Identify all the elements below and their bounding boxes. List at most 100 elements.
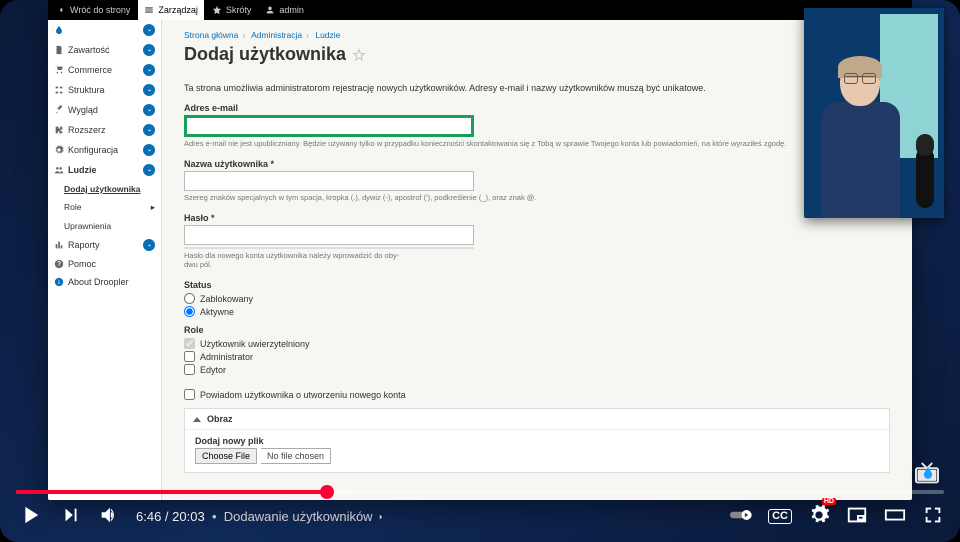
chevron-down-icon xyxy=(143,44,155,56)
chevron-right-icon xyxy=(376,512,386,522)
video-progress[interactable] xyxy=(16,490,944,494)
notify-row[interactable]: Powiadom użytkownika o utworzeniu nowego… xyxy=(184,389,890,400)
autoplay-toggle[interactable] xyxy=(730,504,752,529)
status-blocked-row[interactable]: Zablokowany xyxy=(184,293,890,304)
chevron-down-icon xyxy=(143,24,155,36)
play-button[interactable] xyxy=(16,501,44,532)
sidebar-item-help[interactable]: Pomoc xyxy=(48,255,161,273)
hamburger-icon xyxy=(144,5,154,15)
sidebar-item-appearance[interactable]: Wygląd xyxy=(48,100,161,120)
chevron-down-icon xyxy=(143,164,155,176)
star-outline-icon[interactable] xyxy=(352,48,366,62)
crumb-people[interactable]: Ludzie xyxy=(315,30,340,40)
theater-button[interactable] xyxy=(884,504,906,529)
password-field[interactable] xyxy=(184,225,474,245)
gear-icon xyxy=(808,504,830,526)
droplet-icon xyxy=(921,466,935,480)
email-hint: Adres e-mail nie jest upubliczniany. Będ… xyxy=(184,139,890,149)
intro-text: Ta strona umożliwia administratorom reje… xyxy=(184,83,890,93)
file-icon xyxy=(54,45,64,55)
username-field[interactable] xyxy=(184,171,474,191)
admin-sidebar: Zawartość Commerce Struktura Wygląd Rozs… xyxy=(48,20,162,500)
sidebar-sub-add-user[interactable]: Dodaj użytkownika xyxy=(48,180,161,198)
toolbar-shortcuts[interactable]: Skróty xyxy=(212,5,252,15)
tree-icon xyxy=(54,85,64,95)
caret-icon: ▸ xyxy=(151,202,155,213)
crumb-admin[interactable]: Administracja xyxy=(251,30,302,40)
sidebar-sub-roles[interactable]: Role▸ xyxy=(48,198,161,217)
chevron-down-icon xyxy=(143,239,155,251)
add-file-label: Dodaj nowy plik xyxy=(195,436,879,446)
sidebar-home[interactable] xyxy=(48,20,161,40)
admin-toolbar: Wróć do strony Zarządzaj Skróty admin xyxy=(48,0,912,20)
sidebar-item-commerce[interactable]: Commerce xyxy=(48,60,161,80)
played-bar xyxy=(16,490,327,494)
email-field[interactable] xyxy=(184,115,474,137)
status-blocked-radio[interactable] xyxy=(184,293,195,304)
chevron-down-icon xyxy=(143,124,155,136)
sidebar-item-structure[interactable]: Struktura xyxy=(48,80,161,100)
sidebar-item-config[interactable]: Konfiguracja xyxy=(48,140,161,160)
gear-icon xyxy=(54,145,64,155)
choose-file-button[interactable]: Choose File xyxy=(195,448,257,464)
arrow-left-icon xyxy=(56,5,66,15)
sidebar-item-reports[interactable]: Raporty xyxy=(48,235,161,255)
status-active-radio[interactable] xyxy=(184,306,195,317)
username-hint: Szereg znaków specjalnych w tym spacja, … xyxy=(184,193,890,203)
image-section: Obraz Dodaj nowy plik Choose File No fil… xyxy=(184,408,890,473)
breadcrumb: Strona główna› Administracja› Ludzie xyxy=(184,30,890,40)
chevron-down-icon xyxy=(143,64,155,76)
toolbar-back-label: Wróć do strony xyxy=(70,5,130,15)
star-icon xyxy=(212,5,222,15)
chevron-down-icon xyxy=(143,104,155,116)
cart-icon xyxy=(54,65,64,75)
roles-heading: Role xyxy=(184,325,890,335)
people-icon xyxy=(54,165,64,175)
volume-button[interactable] xyxy=(98,504,120,529)
settings-button[interactable]: HD xyxy=(808,504,830,529)
role-editor-check[interactable] xyxy=(184,364,195,375)
role-admin-check[interactable] xyxy=(184,351,195,362)
player-controls: 6:46 / 20:03 • Dodawanie użytkowników CC… xyxy=(16,498,944,534)
sidebar-item-extend[interactable]: Rozszerz xyxy=(48,120,161,140)
miniplayer-button[interactable] xyxy=(846,504,868,529)
toolbar-user[interactable]: admin xyxy=(265,5,304,15)
toolbar-manage[interactable]: Zarządzaj xyxy=(138,0,204,20)
no-file-chosen: No file chosen xyxy=(261,448,331,464)
role-editor-row[interactable]: Edytor xyxy=(184,364,890,375)
status-heading: Status xyxy=(184,280,890,290)
help-icon xyxy=(54,259,64,269)
role-admin-row[interactable]: Administrator xyxy=(184,351,890,362)
status-active-row[interactable]: Aktywne xyxy=(184,306,890,317)
image-section-toggle[interactable]: Obraz xyxy=(185,409,889,429)
sidebar-item-content[interactable]: Zawartość xyxy=(48,40,161,60)
crumb-home[interactable]: Strona główna xyxy=(184,30,238,40)
admin-window: Wróć do strony Zarządzaj Skróty admin xyxy=(48,0,912,500)
main-content: Strona główna› Administracja› Ludzie Dod… xyxy=(162,20,912,500)
next-button[interactable] xyxy=(60,504,82,529)
presenter-webcam xyxy=(804,8,944,218)
notify-check[interactable] xyxy=(184,389,195,400)
username-label: Nazwa użytkownika xyxy=(184,159,890,169)
info-icon xyxy=(54,277,64,287)
password-strength-bar xyxy=(184,247,474,249)
sidebar-sub-perms[interactable]: Uprawnienia xyxy=(48,217,161,235)
email-label: Adres e-mail xyxy=(184,103,890,113)
hd-badge: HD xyxy=(822,498,836,505)
sidebar-item-people[interactable]: Ludzie xyxy=(48,160,161,180)
password-label: Hasło xyxy=(184,213,890,223)
drop-icon xyxy=(54,25,64,35)
toolbar-shortcuts-label: Skróty xyxy=(226,5,252,15)
chevron-down-icon xyxy=(143,144,155,156)
captions-button[interactable]: CC xyxy=(768,509,792,524)
toolbar-back[interactable]: Wróć do strony xyxy=(56,5,130,15)
password-hint: Hasło dla nowego konta użytkownika należ… xyxy=(184,251,890,271)
toolbar-user-label: admin xyxy=(279,5,304,15)
sidebar-item-about[interactable]: About Droopler xyxy=(48,273,161,291)
user-icon xyxy=(265,5,275,15)
fullscreen-button[interactable] xyxy=(922,504,944,529)
scrubber-handle[interactable] xyxy=(320,485,334,499)
brush-icon xyxy=(54,105,64,115)
time-display: 6:46 / 20:03 • Dodawanie użytkowników xyxy=(136,509,386,524)
role-auth-row: Użytkownik uwierzytelniony xyxy=(184,338,890,349)
